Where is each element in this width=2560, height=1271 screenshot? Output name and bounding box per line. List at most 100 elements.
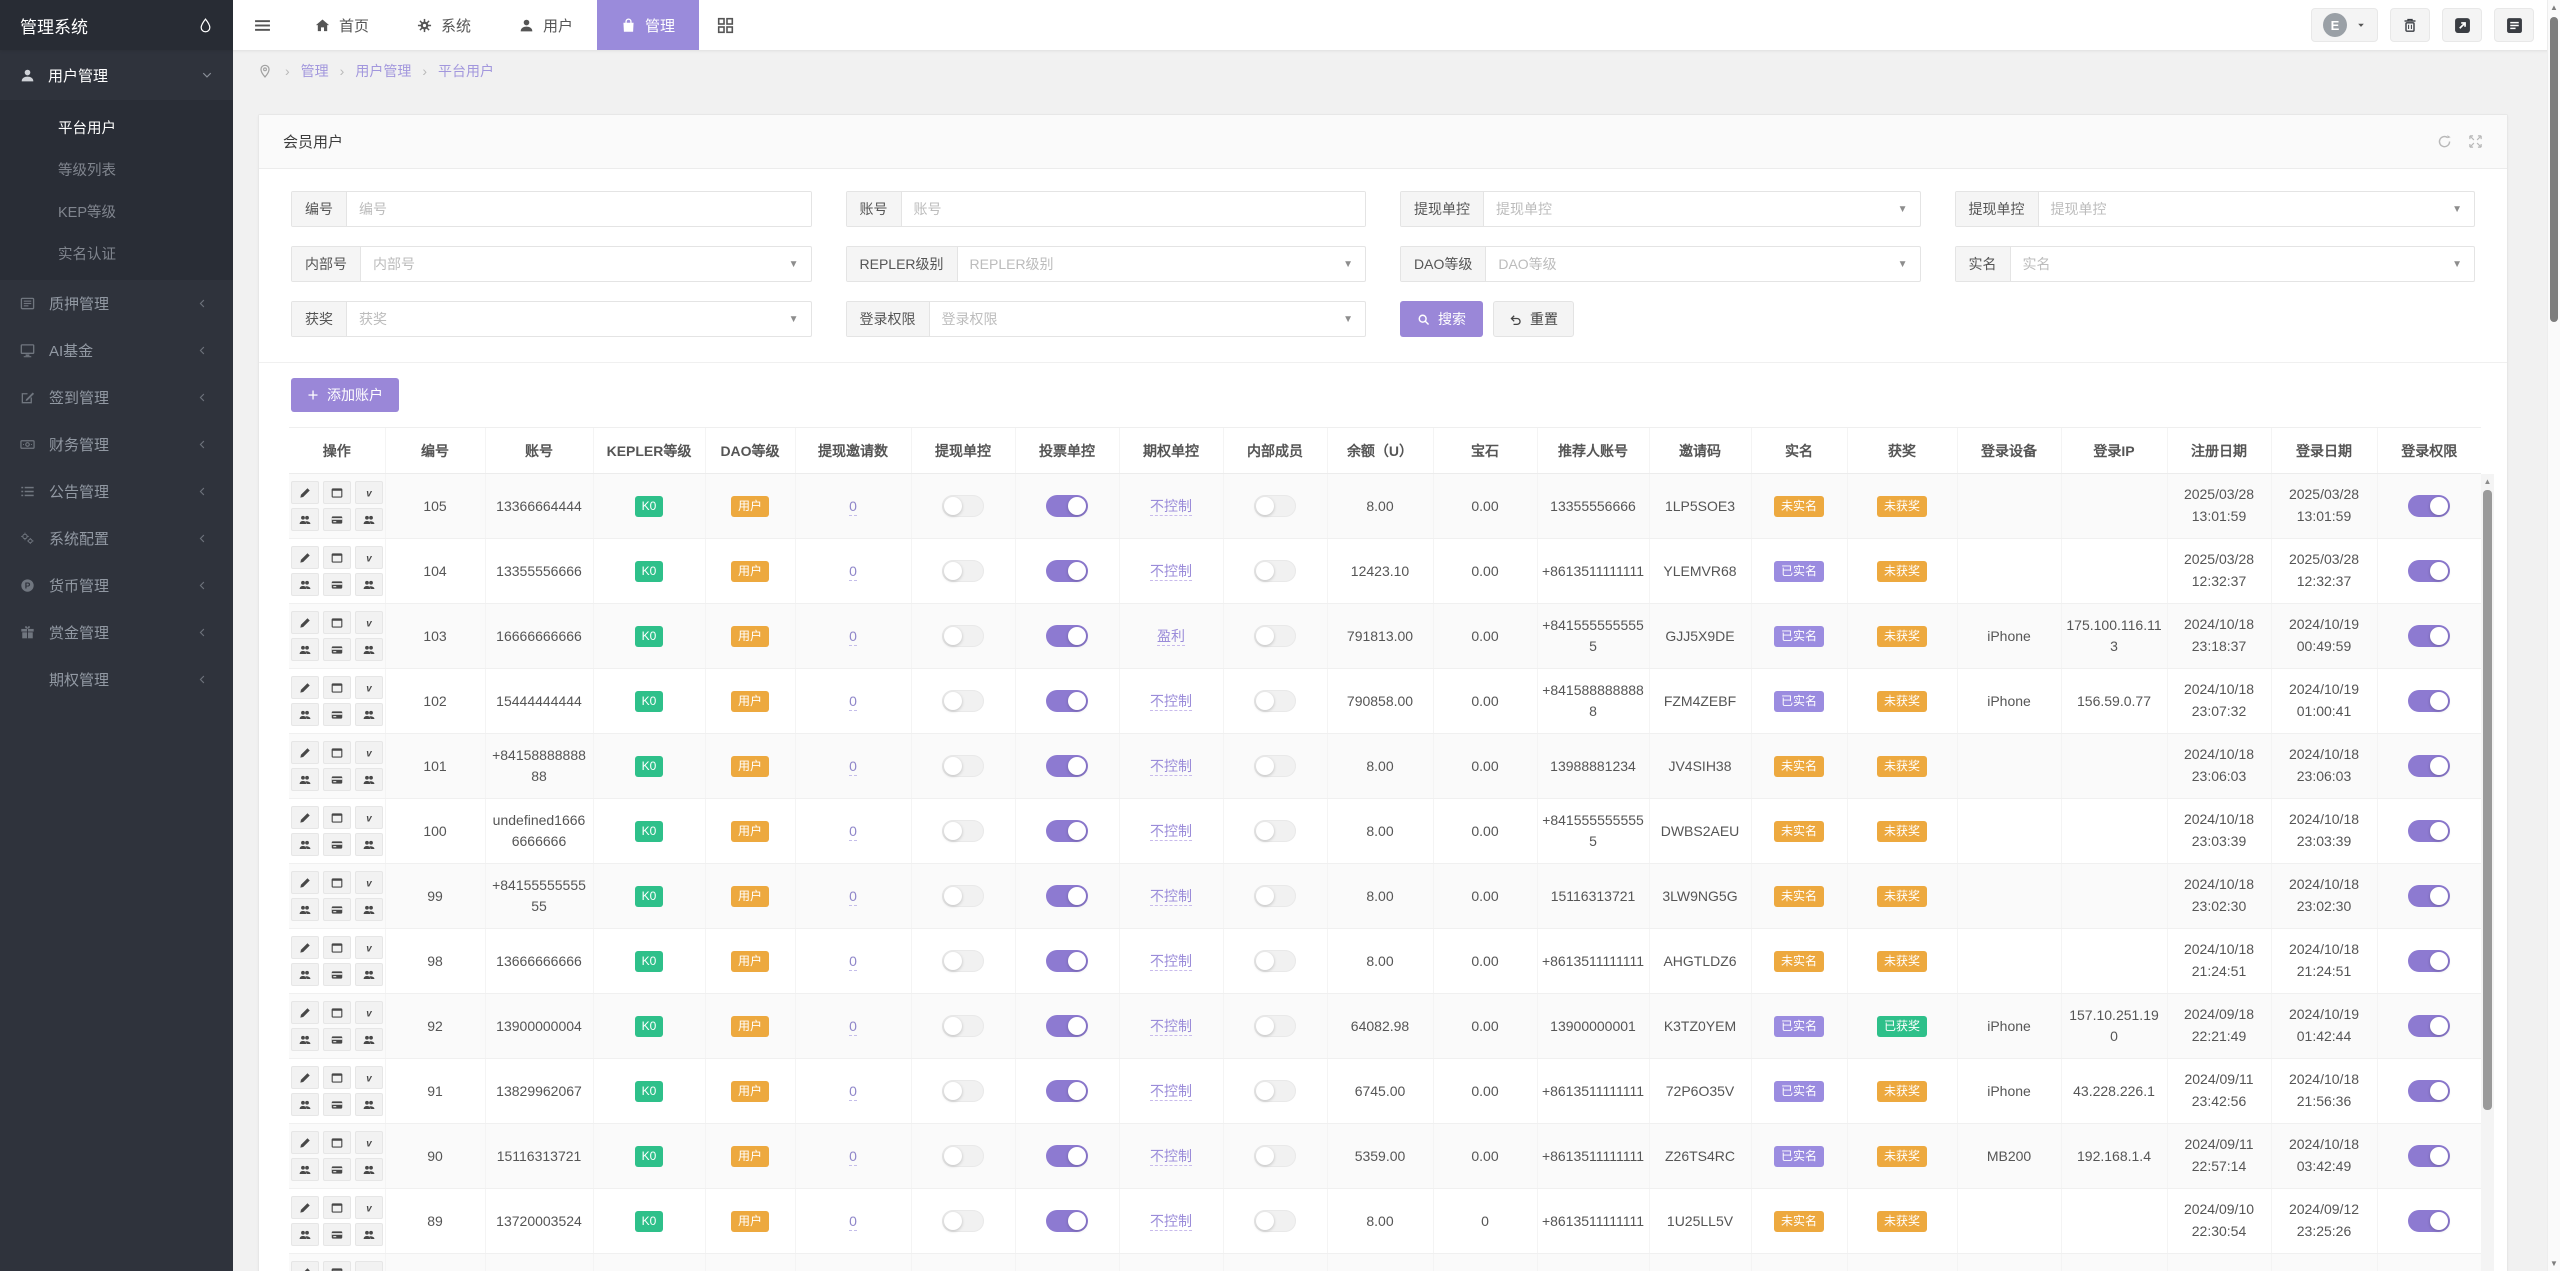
users-button[interactable] xyxy=(290,573,319,596)
internal-member-toggle[interactable] xyxy=(1254,820,1296,843)
users-button[interactable] xyxy=(354,1223,383,1246)
sidebar-item-0[interactable]: 质押管理 xyxy=(0,280,233,327)
sidebar-subitem-3[interactable]: 实名认证 xyxy=(0,232,233,274)
window-button[interactable] xyxy=(322,1131,351,1154)
window-button[interactable] xyxy=(322,1196,351,1219)
breadcrumb-platform-users[interactable]: 平台用户 xyxy=(438,61,494,81)
vote-control-toggle[interactable] xyxy=(1046,755,1088,778)
sidebar-subitem-0[interactable]: 平台用户 xyxy=(0,106,233,148)
login-permission-toggle[interactable] xyxy=(2408,1145,2451,1168)
trash-button[interactable] xyxy=(2390,8,2430,42)
option-control-link[interactable]: 不控制 xyxy=(1150,952,1192,971)
tab-home[interactable]: 首页 xyxy=(291,0,393,50)
users-button[interactable] xyxy=(290,768,319,791)
vimeo-button[interactable] xyxy=(354,676,383,699)
REPLER级别-select[interactable]: REPLER级别 ▼ xyxy=(958,247,1365,281)
invites-link[interactable]: 0 xyxy=(849,887,857,906)
vimeo-button[interactable] xyxy=(354,741,383,764)
card-button[interactable] xyxy=(322,898,351,921)
login-permission-toggle[interactable] xyxy=(2408,690,2451,713)
page-scrollbar-thumb[interactable] xyxy=(2550,17,2558,322)
card-button[interactable] xyxy=(322,1223,351,1246)
users-button[interactable] xyxy=(354,703,383,726)
option-control-link[interactable]: 盈利 xyxy=(1157,627,1185,646)
vimeo-button[interactable] xyxy=(354,806,383,829)
window-button[interactable] xyxy=(322,481,351,504)
withdraw-control-toggle[interactable] xyxy=(942,1080,984,1103)
编号-input[interactable] xyxy=(347,192,811,226)
vimeo-button[interactable] xyxy=(354,1131,383,1154)
sidebar-item-6[interactable]: 货币管理 xyxy=(0,562,233,609)
card-button[interactable] xyxy=(322,1028,351,1051)
internal-member-toggle[interactable] xyxy=(1254,885,1296,908)
invites-link[interactable]: 0 xyxy=(849,952,857,971)
invites-link[interactable]: 0 xyxy=(849,692,857,711)
internal-member-toggle[interactable] xyxy=(1254,1080,1296,1103)
card-button[interactable] xyxy=(322,833,351,856)
users-button[interactable] xyxy=(354,768,383,791)
internal-member-toggle[interactable] xyxy=(1254,560,1296,583)
window-button[interactable] xyxy=(322,1261,351,1271)
users-button[interactable] xyxy=(354,508,383,531)
internal-member-toggle[interactable] xyxy=(1254,690,1296,713)
vimeo-button[interactable] xyxy=(354,546,383,569)
vote-control-toggle[interactable] xyxy=(1046,1080,1088,1103)
sidebar-subitem-1[interactable]: 等级列表 xyxy=(0,148,233,190)
table-scrollbar-thumb[interactable] xyxy=(2483,490,2492,1110)
users-button[interactable] xyxy=(290,638,319,661)
option-control-link[interactable]: 不控制 xyxy=(1150,692,1192,711)
sidebar-item-1[interactable]: AI基金 xyxy=(0,327,233,374)
apps-grid-button[interactable] xyxy=(699,0,752,50)
withdraw-control-toggle[interactable] xyxy=(942,560,984,583)
edit-button[interactable] xyxy=(290,1261,319,1271)
vimeo-button[interactable] xyxy=(354,1261,383,1271)
edit-button[interactable] xyxy=(290,1066,319,1089)
vote-control-toggle[interactable] xyxy=(1046,950,1088,973)
vote-control-toggle[interactable] xyxy=(1046,1145,1088,1168)
实名-select[interactable]: 实名 ▼ xyxy=(2011,247,2475,281)
page-scroll-up-arrow[interactable]: ▲ xyxy=(2548,0,2560,15)
tab-manage[interactable]: 管理 xyxy=(597,0,700,50)
登录权限-select[interactable]: 登录权限 ▼ xyxy=(930,302,1366,336)
DAO等级-select[interactable]: DAO等级 ▼ xyxy=(1486,247,1919,281)
login-permission-toggle[interactable] xyxy=(2408,820,2451,843)
login-permission-toggle[interactable] xyxy=(2408,560,2451,583)
internal-member-toggle[interactable] xyxy=(1254,755,1296,778)
window-button[interactable] xyxy=(322,611,351,634)
invites-link[interactable]: 0 xyxy=(849,627,857,646)
vimeo-button[interactable] xyxy=(354,481,383,504)
option-control-link[interactable]: 不控制 xyxy=(1150,887,1192,906)
option-control-link[interactable]: 不控制 xyxy=(1150,1212,1192,1231)
vimeo-button[interactable] xyxy=(354,936,383,959)
log-panel-button[interactable] xyxy=(2494,8,2534,42)
card-button[interactable] xyxy=(322,963,351,986)
users-button[interactable] xyxy=(354,963,383,986)
invites-link[interactable]: 0 xyxy=(849,822,857,841)
card-button[interactable] xyxy=(322,508,351,531)
vote-control-toggle[interactable] xyxy=(1046,1210,1088,1233)
内部号-select[interactable]: 内部号 ▼ xyxy=(361,247,811,281)
user-menu-button[interactable]: E xyxy=(2311,8,2378,42)
vote-control-toggle[interactable] xyxy=(1046,1015,1088,1038)
login-permission-toggle[interactable] xyxy=(2408,1080,2451,1103)
vote-control-toggle[interactable] xyxy=(1046,690,1088,713)
vote-control-toggle[interactable] xyxy=(1046,820,1088,843)
edit-button[interactable] xyxy=(290,1196,319,1219)
internal-member-toggle[interactable] xyxy=(1254,950,1296,973)
sidebar-toggle-button[interactable] xyxy=(233,0,291,50)
table-scrollbar[interactable]: ▲ ▼ xyxy=(2481,474,2494,1271)
vote-control-toggle[interactable] xyxy=(1046,885,1088,908)
sidebar-item-3[interactable]: 财务管理 xyxy=(0,421,233,468)
users-button[interactable] xyxy=(290,833,319,856)
invites-link[interactable]: 0 xyxy=(849,1147,857,1166)
card-button[interactable] xyxy=(322,1158,351,1181)
sidebar-item-5[interactable]: 系统配置 xyxy=(0,515,233,562)
login-permission-toggle[interactable] xyxy=(2408,755,2451,778)
edit-button[interactable] xyxy=(290,806,319,829)
withdraw-control-toggle[interactable] xyxy=(942,885,984,908)
edit-button[interactable] xyxy=(290,741,319,764)
breadcrumb-user-management[interactable]: 用户管理 xyxy=(355,61,411,81)
提现单控-select[interactable]: 提现单控 ▼ xyxy=(1484,192,1920,226)
withdraw-control-toggle[interactable] xyxy=(942,1210,984,1233)
card-button[interactable] xyxy=(322,1093,351,1116)
